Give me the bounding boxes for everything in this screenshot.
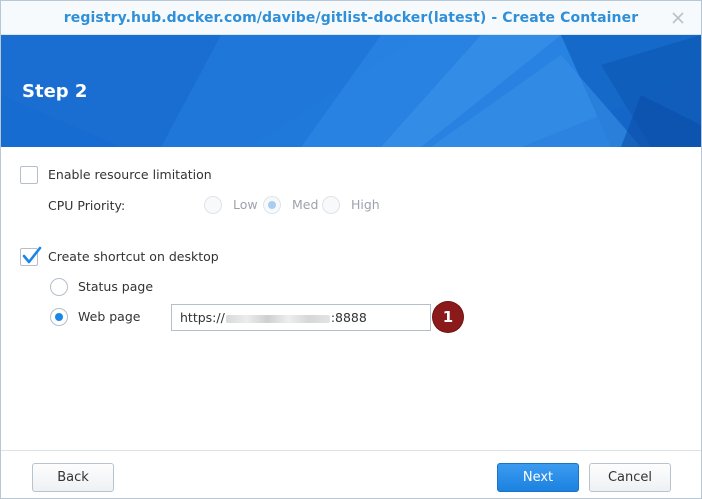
- resource-limit-checkbox[interactable]: [20, 166, 38, 184]
- resource-limit-label: Enable resource limitation: [48, 167, 212, 182]
- dialog-content: Enable resource limitation CPU Priority:…: [1, 147, 701, 447]
- step-title: Step 2: [22, 81, 88, 102]
- checkmark-icon: [22, 246, 42, 264]
- cancel-button[interactable]: Cancel: [589, 463, 671, 492]
- create-shortcut-label: Create shortcut on desktop: [48, 249, 219, 264]
- web-page-radio[interactable]: [50, 308, 68, 326]
- close-icon[interactable]: [669, 9, 687, 27]
- status-page-radio[interactable]: [50, 278, 68, 296]
- cpu-priority-high-radio[interactable]: [322, 196, 340, 214]
- banner-background: [1, 35, 701, 147]
- cpu-priority-med-label: Med: [292, 197, 319, 212]
- cpu-priority-med-radio[interactable]: [263, 196, 281, 214]
- redacted-host: [225, 314, 330, 323]
- step-banner: Step 2: [1, 35, 701, 147]
- window-title: registry.hub.docker.com/davibe/gitlist-d…: [63, 10, 639, 26]
- web-page-url-input[interactable]: https:// :8888: [171, 304, 431, 331]
- back-button[interactable]: Back: [32, 463, 114, 492]
- url-suffix: :8888: [330, 310, 367, 325]
- next-button[interactable]: Next: [497, 463, 579, 492]
- annotation-badge: 1: [433, 302, 463, 332]
- dialog-footer: Back Next Cancel: [1, 450, 701, 498]
- cpu-priority-high-label: High: [351, 197, 380, 212]
- url-prefix: https://: [180, 310, 225, 325]
- title-bar: registry.hub.docker.com/davibe/gitlist-d…: [1, 1, 701, 35]
- cpu-priority-label: CPU Priority:: [48, 198, 126, 213]
- web-page-label: Web page: [78, 309, 141, 324]
- cpu-priority-low-radio[interactable]: [204, 196, 222, 214]
- create-container-dialog: registry.hub.docker.com/davibe/gitlist-d…: [0, 0, 702, 499]
- create-shortcut-checkbox[interactable]: [20, 246, 42, 266]
- status-page-label: Status page: [78, 279, 154, 294]
- cpu-priority-low-label: Low: [233, 197, 258, 212]
